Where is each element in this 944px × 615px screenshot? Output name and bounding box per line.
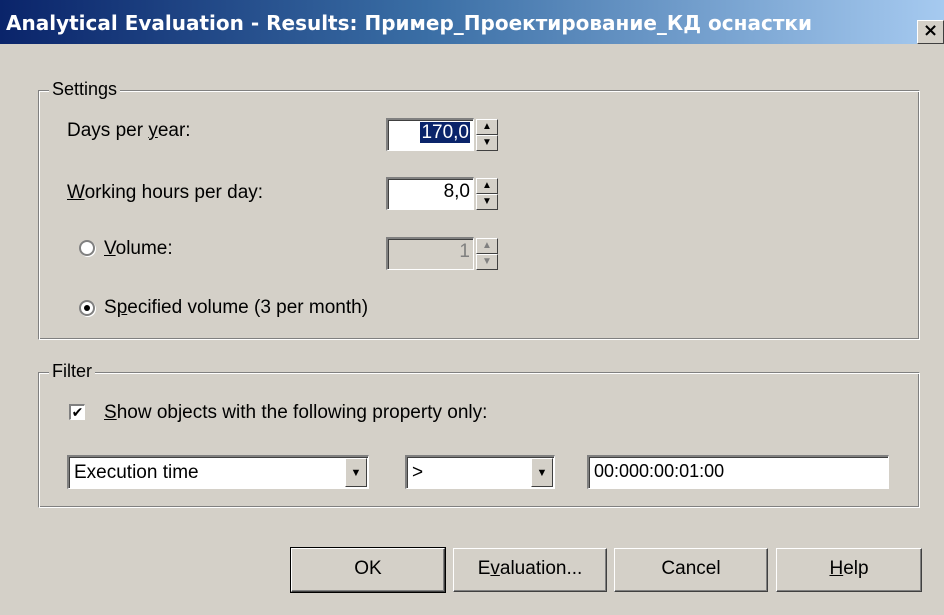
days-per-year-label: Days per year: (67, 120, 191, 141)
volume-value: 1 (459, 241, 470, 262)
title-bar: Analytical Evaluation - Results: Пример_… (0, 0, 944, 44)
window-title: Analytical Evaluation - Results: Пример_… (6, 11, 812, 35)
check-icon: ✔ (71, 404, 84, 420)
chevron-down-icon[interactable]: ▼ (345, 458, 367, 487)
chevron-down-icon[interactable]: ▼ (531, 458, 553, 487)
settings-group-label: Settings (49, 79, 121, 100)
help-button[interactable]: Help (776, 548, 922, 592)
volume-radio[interactable] (79, 240, 95, 256)
filter-value: 00:000:00:01:00 (594, 461, 725, 481)
spin-up-icon[interactable]: ▲ (476, 119, 498, 135)
evaluation-button[interactable]: Evaluation... (453, 548, 607, 592)
show-only-checkbox[interactable]: ✔ (69, 404, 85, 420)
volume-label: Volume: (104, 238, 173, 259)
cancel-button[interactable]: Cancel (614, 548, 768, 592)
specified-volume-label: Specified volume (3 per month) (104, 297, 369, 318)
spin-up-icon[interactable]: ▲ (476, 238, 498, 254)
days-per-year-value: 170,0 (420, 122, 470, 143)
days-per-year-spinner: ▲ ▼ (476, 119, 498, 151)
days-per-year-input[interactable]: 170,0 (386, 118, 474, 151)
volume-spinner: ▲ ▼ (476, 238, 498, 270)
spin-down-icon[interactable]: ▼ (476, 194, 498, 210)
working-hours-label: Working hours per day: (67, 182, 264, 203)
spin-down-icon[interactable]: ▼ (476, 135, 498, 151)
working-hours-value: 8,0 (443, 181, 470, 202)
close-icon: × (922, 20, 939, 41)
operator-select-value: > (412, 462, 424, 483)
filter-value-input[interactable]: 00:000:00:01:00 (587, 455, 889, 489)
show-only-label: Show objects with the following property… (104, 402, 488, 423)
operator-select[interactable]: > ▼ (405, 455, 555, 489)
radio-selected-dot (84, 305, 90, 311)
working-hours-spinner: ▲ ▼ (476, 178, 498, 210)
filter-group-label: Filter (49, 361, 95, 382)
volume-input[interactable]: 1 (386, 237, 474, 270)
close-button[interactable]: × (917, 20, 944, 44)
spin-up-icon[interactable]: ▲ (476, 178, 498, 194)
specified-volume-radio[interactable] (79, 300, 95, 316)
property-select[interactable]: Execution time ▼ (67, 455, 369, 489)
property-select-value: Execution time (74, 462, 199, 483)
working-hours-input[interactable]: 8,0 (386, 177, 474, 210)
spin-down-icon[interactable]: ▼ (476, 254, 498, 270)
ok-button[interactable]: OK (290, 547, 446, 593)
